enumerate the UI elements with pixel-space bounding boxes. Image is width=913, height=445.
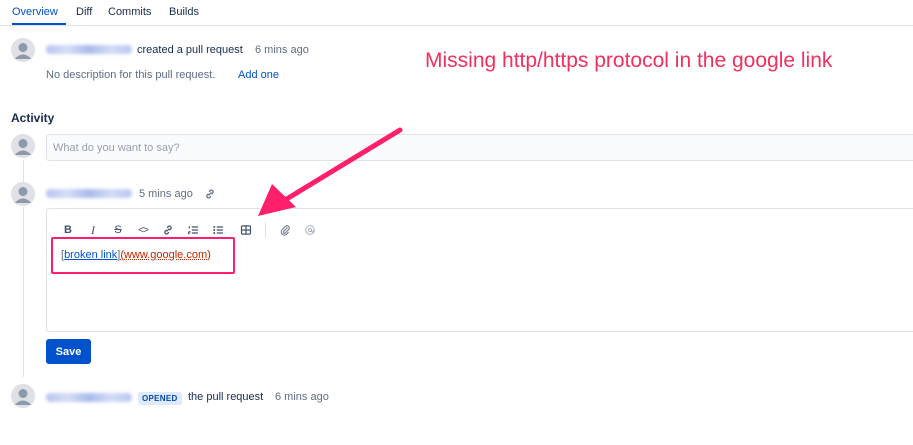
table-icon[interactable]: [239, 223, 253, 237]
tab-commits[interactable]: Commits: [108, 6, 151, 18]
mention-icon[interactable]: [303, 223, 317, 237]
active-tab-indicator: [12, 23, 66, 25]
redacted-username[interactable]: [46, 45, 132, 54]
link-icon[interactable]: [161, 223, 175, 237]
thread-line: [23, 207, 24, 377]
comment-input[interactable]: [46, 134, 913, 161]
redacted-username[interactable]: [46, 189, 132, 198]
created-action: created a pull request: [137, 44, 243, 56]
pr-description: No description for this pull request.: [46, 69, 216, 81]
link-icon[interactable]: [204, 188, 216, 200]
bullet-list-icon[interactable]: [211, 223, 225, 237]
toolbar-separator: [265, 222, 266, 238]
italic-icon[interactable]: I: [86, 223, 100, 237]
code-icon[interactable]: <>: [136, 223, 150, 237]
avatar: [11, 134, 35, 158]
tab-overview[interactable]: Overview: [12, 6, 58, 18]
pr-tabs: Overview Diff Commits Builds: [0, 0, 913, 26]
bold-icon[interactable]: B: [61, 223, 75, 237]
avatar[interactable]: [11, 182, 35, 206]
created-time: 6 mins ago: [255, 44, 309, 56]
attachment-icon[interactable]: [278, 223, 292, 237]
redacted-username[interactable]: [46, 393, 132, 402]
highlight-box: [51, 237, 235, 274]
comment-time[interactable]: 5 mins ago: [139, 188, 193, 200]
strikethrough-icon[interactable]: S: [111, 223, 125, 237]
avatar[interactable]: [11, 384, 35, 408]
activity-heading: Activity: [11, 111, 55, 125]
opened-time: 6 mins ago: [275, 391, 329, 403]
tab-builds[interactable]: Builds: [169, 6, 199, 18]
opened-action: the pull request: [188, 391, 264, 403]
numbered-list-icon[interactable]: [186, 223, 200, 237]
save-button[interactable]: Save: [46, 339, 91, 364]
annotation-text: Missing http/https protocol in the googl…: [425, 49, 833, 72]
tab-diff[interactable]: Diff: [76, 6, 92, 18]
add-description-link[interactable]: Add one: [238, 69, 279, 81]
avatar[interactable]: [11, 38, 35, 62]
status-badge: OPENED: [138, 392, 182, 405]
